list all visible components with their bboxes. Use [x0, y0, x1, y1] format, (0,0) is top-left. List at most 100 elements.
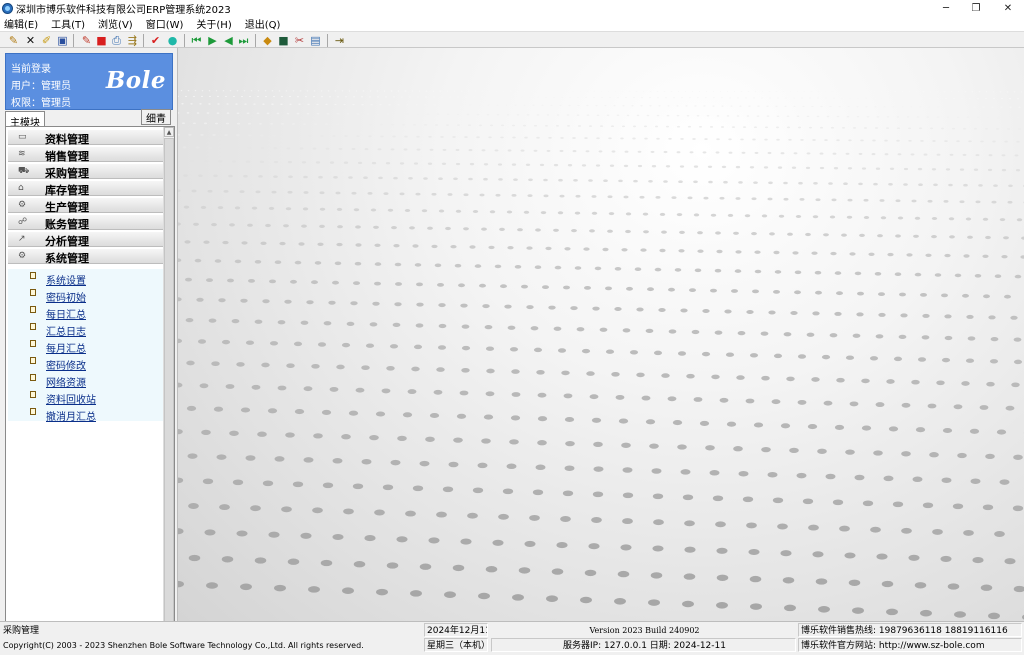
- system-submenu: 系统设置 密码初始 每日汇总 汇总日志 每月汇总 密码修改 网络资源 资料回收站…: [8, 269, 163, 423]
- module-analysis-management[interactable]: ↗ 分析管理: [8, 232, 163, 248]
- report-icon[interactable]: ▤: [309, 34, 322, 46]
- submenu-network-resources[interactable]: 网络资源: [8, 371, 163, 389]
- submenu-label[interactable]: 撤消月汇总: [46, 408, 96, 423]
- module-account-management[interactable]: ☍ 账务管理: [8, 215, 163, 231]
- module-label: 生产管理: [45, 201, 89, 214]
- left-navigation-panel: 当前登录 用户：管理员 权限：管理员 Bole 主模块 细青 ▭ 资料管理 ≋ …: [0, 48, 177, 655]
- toolbar-separator: [143, 34, 144, 47]
- last-record-icon[interactable]: ⏭: [237, 34, 250, 46]
- next-record-icon[interactable]: ▶: [206, 34, 219, 46]
- submenu-undo-monthly-summary[interactable]: 撤消月汇总: [8, 405, 163, 423]
- export-icon[interactable]: ⇶: [126, 34, 139, 46]
- window-title: 深圳市博乐软件科技有限公司ERP管理系统2023: [16, 4, 231, 16]
- submenu-label[interactable]: 每月汇总: [46, 340, 86, 355]
- toolbar-separator: [255, 34, 256, 47]
- brush-icon[interactable]: ✎: [80, 34, 93, 46]
- account-icon: ☍: [18, 217, 28, 227]
- status-module: 采购管理: [3, 626, 40, 636]
- calculator-icon[interactable]: ■: [277, 34, 290, 46]
- module-data-management[interactable]: ▭ 资料管理: [8, 130, 163, 146]
- document-icon: [30, 374, 36, 381]
- module-inventory-management[interactable]: ⌂ 库存管理: [8, 181, 163, 197]
- submenu-change-password[interactable]: 密码修改: [8, 354, 163, 372]
- submenu-label[interactable]: 资料回收站: [46, 391, 96, 406]
- check-icon[interactable]: ✔: [149, 34, 162, 46]
- status-copyright: Copyright(C) 2003 - 2023 Shenzhen Bole S…: [3, 641, 364, 650]
- module-purchase-management[interactable]: ⛟ 采购管理: [8, 164, 163, 180]
- submenu-daily-summary[interactable]: 每日汇总: [8, 303, 163, 321]
- menu-window[interactable]: 窗口(W): [146, 16, 184, 31]
- tools-icon[interactable]: ✂: [293, 34, 306, 46]
- submenu-label[interactable]: 密码初始: [46, 289, 86, 304]
- document-icon: [30, 391, 36, 398]
- toolbar-separator: [184, 34, 185, 47]
- module-production-management[interactable]: ⚙ 生产管理: [8, 198, 163, 214]
- print-icon[interactable]: ⎙: [110, 34, 123, 46]
- menu-exit[interactable]: 退出(Q): [245, 16, 281, 31]
- cart-icon: ⛟: [18, 166, 30, 176]
- submenu-label[interactable]: 每日汇总: [46, 306, 86, 321]
- module-label: 账务管理: [45, 218, 89, 231]
- module-system-management[interactable]: ⚙ 系统管理: [8, 249, 163, 265]
- new-icon[interactable]: ✎: [7, 34, 20, 46]
- status-version: Version 2023 Build 240902: [589, 626, 700, 635]
- document-icon: [30, 272, 36, 279]
- erp-window: 深圳市博乐软件科技有限公司ERP管理系统2023 ─ ❐ ✕ 编辑(E) 工具(…: [0, 0, 1024, 655]
- login-info-panel: 当前登录 用户：管理员 权限：管理员 Bole: [5, 53, 173, 110]
- data-icon: ▭: [18, 132, 27, 142]
- module-label: 采购管理: [45, 167, 89, 180]
- submenu-monthly-summary[interactable]: 每月汇总: [8, 337, 163, 355]
- submenu-label[interactable]: 系统设置: [46, 272, 86, 287]
- exit-icon[interactable]: ⇥: [333, 34, 346, 46]
- login-user: 用户：管理员: [11, 81, 71, 92]
- module-label: 系统管理: [45, 252, 89, 265]
- toolbar-separator: [327, 34, 328, 47]
- submenu-label[interactable]: 网络资源: [46, 374, 86, 389]
- save-icon[interactable]: ▣: [56, 34, 69, 46]
- module-tree: ▭ 资料管理 ≋ 销售管理 ⛟ 采购管理 ⌂ 库存管理 ⚙ 生产管理 ☍ 账务管…: [5, 126, 175, 655]
- stop-icon[interactable]: ■: [95, 34, 108, 46]
- menu-edit[interactable]: 编辑(E): [4, 16, 38, 31]
- submenu-password-init[interactable]: 密码初始: [8, 286, 163, 304]
- menu-tools[interactable]: 工具(T): [51, 16, 85, 31]
- document-icon: [30, 306, 36, 313]
- submenu-label[interactable]: 密码修改: [46, 357, 86, 372]
- module-label: 库存管理: [45, 184, 89, 197]
- package-icon[interactable]: ◆: [261, 34, 274, 46]
- submenu-label[interactable]: 汇总日志: [46, 323, 86, 338]
- restore-button[interactable]: ❐: [960, 0, 992, 16]
- warehouse-icon: ⌂: [18, 183, 24, 193]
- edit-icon[interactable]: ✐: [40, 34, 53, 46]
- status-bar: 采购管理 2024年12月11日 Version 2023 Build 2409…: [0, 621, 1024, 655]
- tree-scrollbar[interactable]: ▲ ▼: [163, 127, 174, 655]
- login-heading: 当前登录: [11, 64, 51, 75]
- dotted-background-image: [178, 90, 1024, 620]
- tab-detail[interactable]: 细青: [141, 109, 171, 125]
- module-sales-management[interactable]: ≋ 销售管理: [8, 147, 163, 163]
- bole-logo: Bole: [105, 67, 166, 94]
- main-workspace: [177, 48, 1024, 621]
- prev-record-icon[interactable]: ◀: [222, 34, 235, 46]
- title-bar: 深圳市博乐软件科技有限公司ERP管理系统2023 ─ ❐ ✕: [0, 0, 1024, 16]
- first-record-icon[interactable]: ⏮: [190, 34, 203, 46]
- menu-view[interactable]: 浏览(V): [98, 16, 133, 31]
- submenu-recycle-bin[interactable]: 资料回收站: [8, 388, 163, 406]
- module-list: ▭ 资料管理 ≋ 销售管理 ⛟ 采购管理 ⌂ 库存管理 ⚙ 生产管理 ☍ 账务管…: [6, 127, 163, 655]
- status-date: 2024年12月11日: [424, 623, 488, 637]
- scroll-up-arrow-icon[interactable]: ▲: [164, 127, 174, 137]
- toolbar: ✎ ✕ ✐ ▣ ✎ ■ ⎙ ⇶ ✔ ● ⏮ ▶ ◀ ⏭ ◆ ■ ✂ ▤ ⇥: [0, 31, 1024, 48]
- status-hotline: 博乐软件销售热线: 19879636118 18819116116: [798, 623, 1022, 637]
- tab-main-module[interactable]: 主模块: [5, 111, 45, 129]
- cancel-icon[interactable]: ●: [166, 34, 179, 46]
- scrollbar-thumb[interactable]: [164, 138, 174, 654]
- production-icon: ⚙: [18, 200, 27, 210]
- delete-icon[interactable]: ✕: [24, 34, 37, 46]
- system-icon: ⚙: [18, 251, 27, 261]
- menu-bar: 编辑(E) 工具(T) 浏览(V) 窗口(W) 关于(H) 退出(Q): [0, 16, 1024, 31]
- document-icon: [30, 357, 36, 364]
- submenu-system-settings[interactable]: 系统设置: [8, 269, 163, 287]
- close-button[interactable]: ✕: [992, 0, 1024, 16]
- menu-about[interactable]: 关于(H): [196, 16, 231, 31]
- submenu-summary-log[interactable]: 汇总日志: [8, 320, 163, 338]
- minimize-button[interactable]: ─: [930, 0, 962, 16]
